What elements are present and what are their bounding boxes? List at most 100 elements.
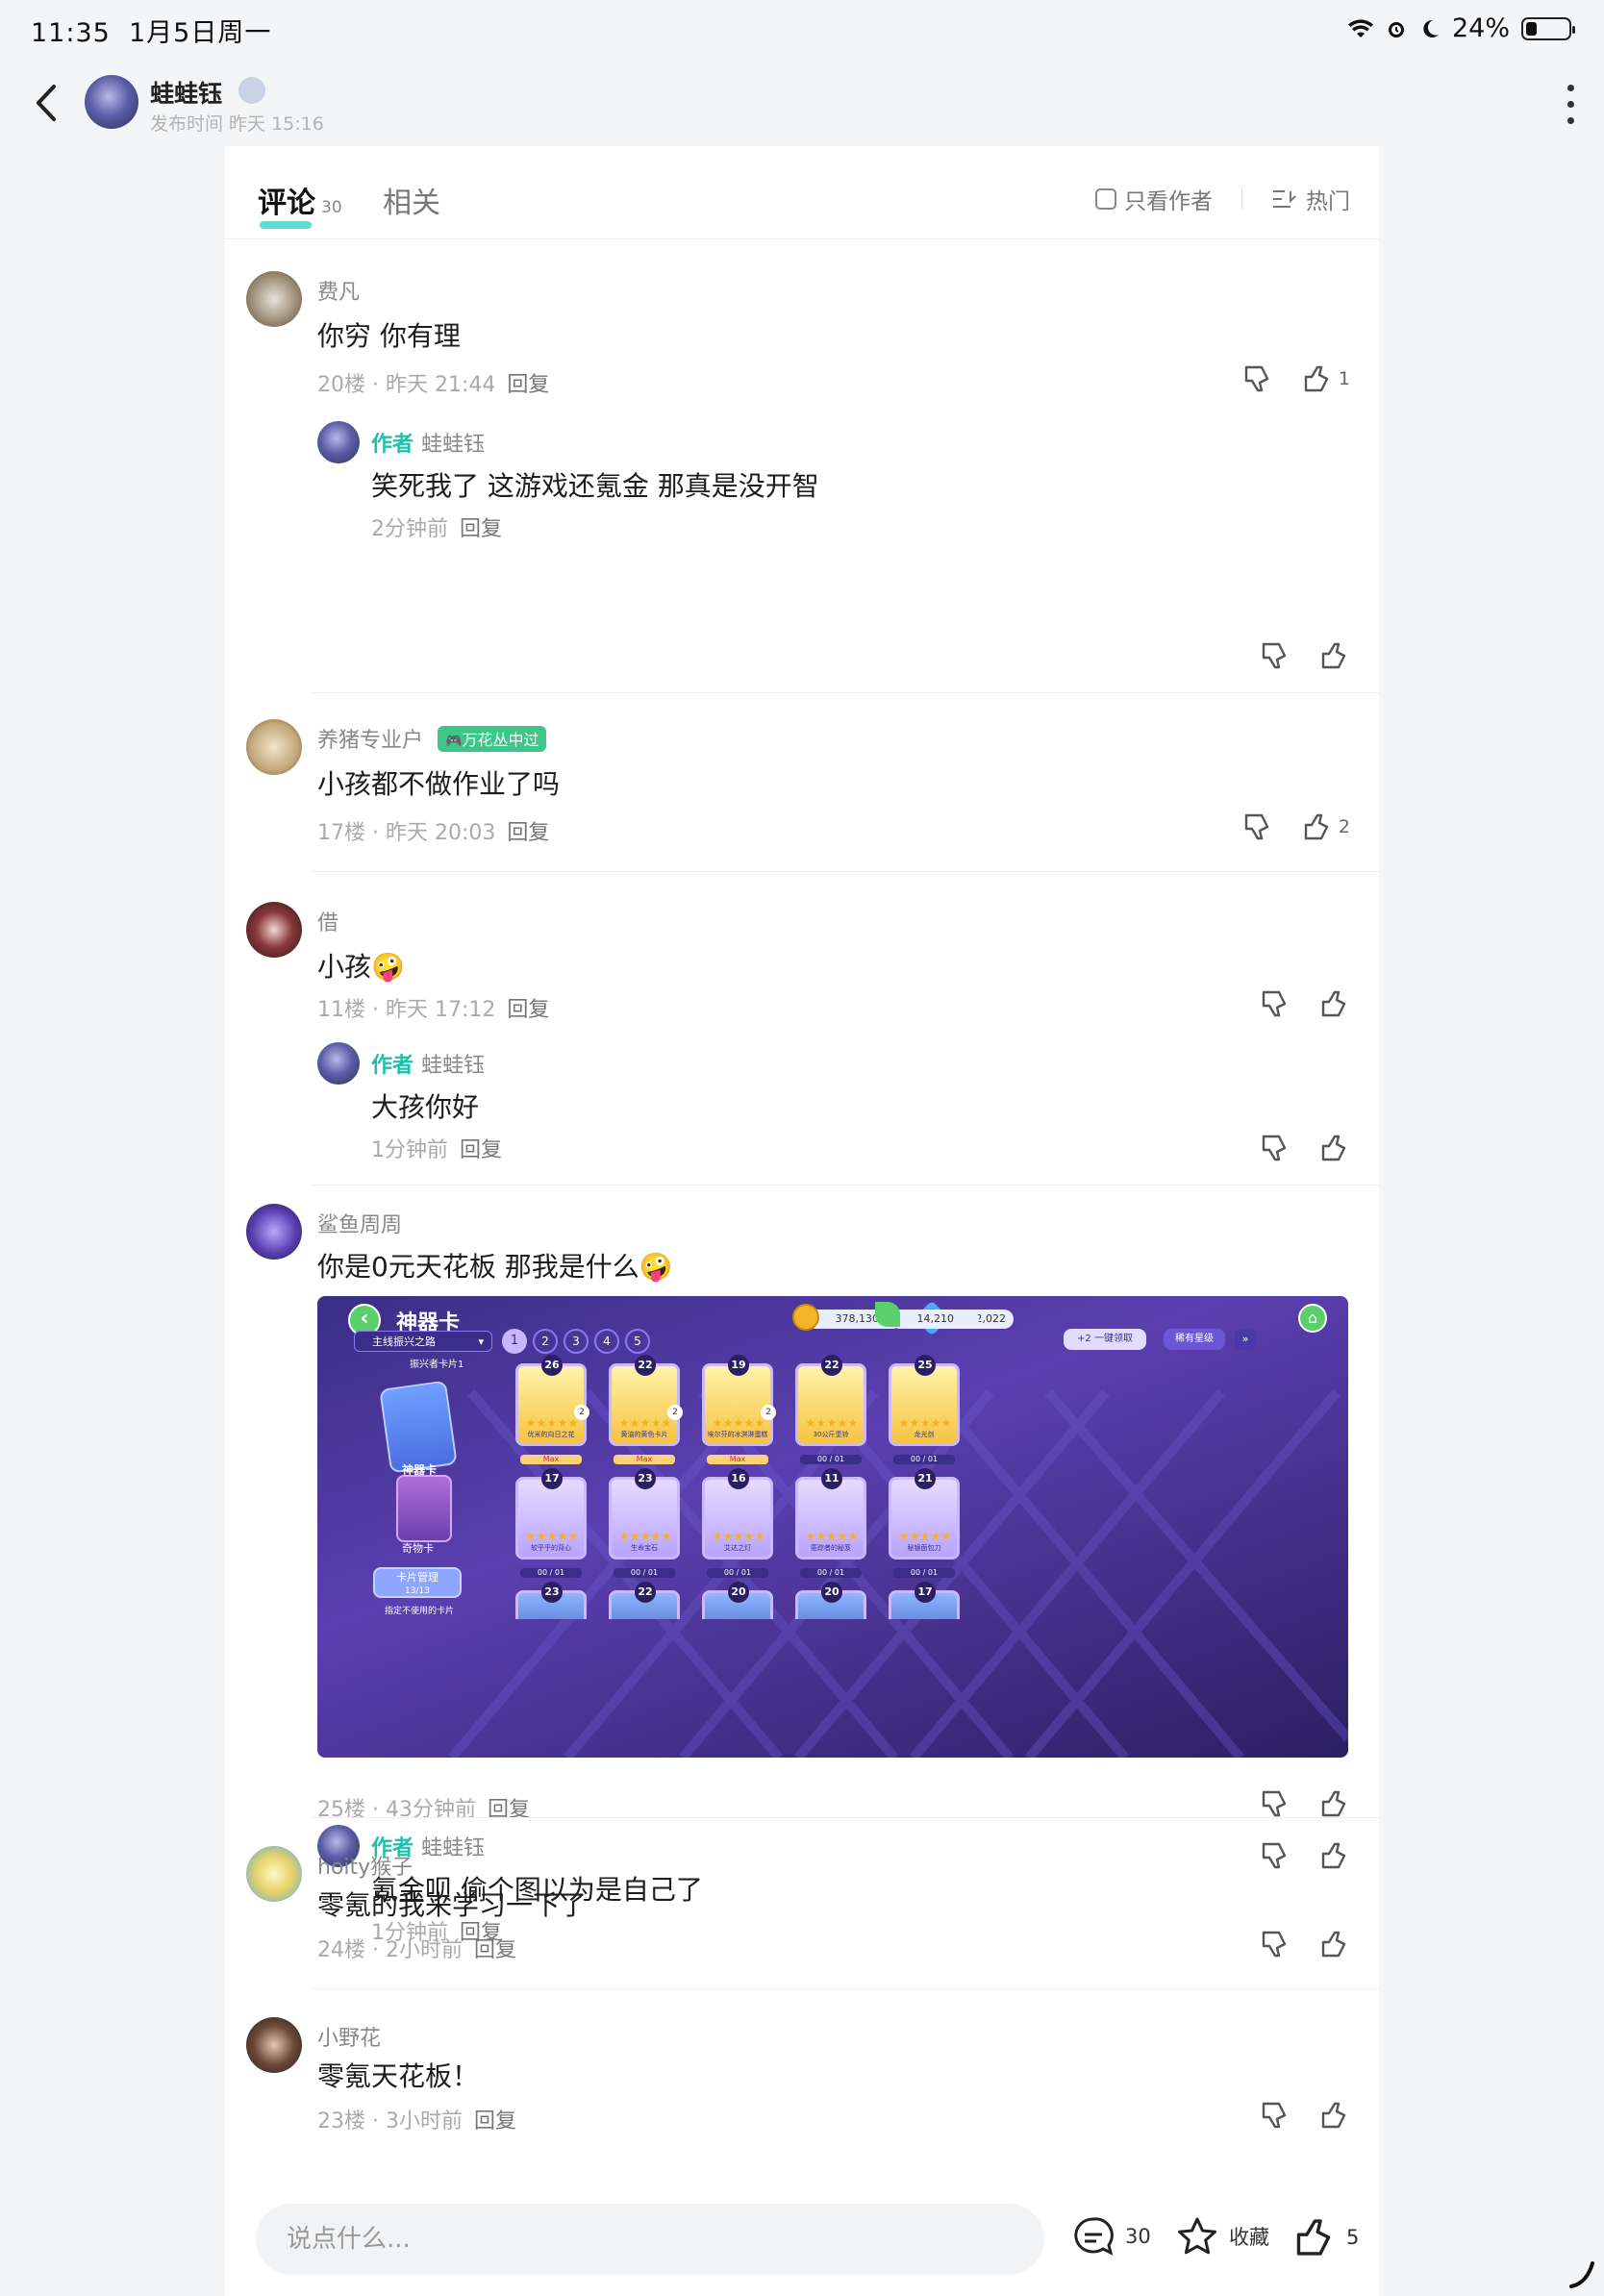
sort-icon[interactable] [1271,188,1298,210]
collect-action[interactable]: 收藏 [1175,2215,1269,2258]
comments-action[interactable]: 30 [1071,2215,1151,2258]
page-button[interactable]: 5 [625,1329,650,1354]
emoji-sticker: 🤪 [371,951,405,983]
artifact-card-tab[interactable] [379,1380,458,1474]
like-action[interactable]: 5 [1291,2215,1359,2259]
commenter-avatar[interactable] [246,1846,302,1902]
commenter-name[interactable]: 鲨鱼周周 [317,1208,402,1238]
only-author-label[interactable]: 只看作者 [1124,183,1213,215]
card-name: 埃尔芬的冰淇淋蛋糕 [707,1431,768,1438]
route-select[interactable]: 主线振兴之路 ▾ [354,1331,492,1352]
artifact-card[interactable]: 20 [795,1582,866,1619]
page-button[interactable]: 1 [502,1329,527,1354]
like-icon[interactable] [1317,640,1350,671]
claim-button[interactable]: +2 一键领取 [1064,1329,1146,1350]
home-icon[interactable]: ⌂ [1298,1304,1327,1333]
commenter-name[interactable]: 费凡 [317,275,360,306]
like-icon[interactable] [1317,1133,1350,1163]
page-button[interactable]: 3 [564,1329,589,1354]
artifact-card[interactable]: 20 [702,1582,773,1619]
only-author-checkbox[interactable] [1095,188,1116,210]
comment-item: 借 小孩🤪 11楼 · 昨天 17:12 回复 作者 蛙蛙钰 大孩你好 1分钟前 回复 [225,902,1379,1190]
dislike-icon[interactable] [1258,1133,1291,1163]
card-stars [899,1532,951,1541]
artifact-card[interactable]: 26 优米的向日之花 2 Max [515,1355,589,1464]
comment-text: 小孩🤪 [317,951,405,983]
card-name: 生命宝石 [631,1544,658,1552]
comment-item: hoity猴子 零氪的我来学习一下了 24楼 · 2小时前 回复 [225,1846,1379,1990]
commenter-avatar[interactable] [246,2017,302,2073]
artifact-card[interactable]: 23 [515,1582,587,1619]
curio-card-tab[interactable] [396,1475,452,1542]
artifact-card[interactable]: 11 匿踪者的秘笈 00 / 01 [795,1468,866,1578]
artifact-card[interactable]: 25 龙光剑 00 / 01 [889,1355,960,1464]
collapse-button[interactable]: » [1235,1329,1256,1350]
author-avatar[interactable] [85,75,138,129]
artifact-card[interactable]: 17 软乎乎的背心 00 / 01 [515,1468,587,1578]
card-name: 龙光剑 [914,1431,935,1438]
commenter-name[interactable]: 借 [317,906,338,936]
comment-image[interactable]: ‹ 神器卡 2,022 378,130 14,210 ⌂ 主线振兴之路 ▾ 1 … [317,1296,1348,1758]
artifact-card[interactable]: 21 秘银面包刀 00 / 01 [889,1468,960,1578]
reply-button[interactable]: 回复 [460,517,502,541]
like-icon[interactable] [1317,2100,1350,2131]
commenter-avatar[interactable] [246,719,302,775]
commenter-name[interactable]: hoity猴子 [317,1850,413,1881]
card-manage-button[interactable]: 卡片管理 13/13 [373,1567,462,1598]
like-icon[interactable] [1300,363,1333,394]
publish-time: 发布时间 昨天 15:16 [150,113,324,135]
author-name[interactable]: 蛙蛙钰 [150,75,222,110]
commenter-avatar[interactable] [246,902,302,958]
status-bar: 11:35 1月5日周一 24% [0,0,1604,62]
verified-badge-icon [238,77,265,104]
rarity-button[interactable]: 稀有星级 [1164,1329,1225,1350]
commenter-avatar[interactable] [246,1204,302,1260]
reply-button[interactable]: 回复 [474,2109,516,2134]
sort-label[interactable]: 热门 [1306,183,1350,215]
artifact-card[interactable]: 19 埃尔芬的冰淇淋蛋糕 2 Max [702,1355,776,1464]
like-icon[interactable] [1291,2215,1337,2259]
page-button[interactable]: 2 [533,1329,558,1354]
tab-related[interactable]: 相关 [383,179,440,221]
reply-name: 作者 蛙蛙钰 [371,433,486,457]
dislike-icon[interactable] [1241,363,1273,394]
reply-button[interactable]: 回复 [460,1138,502,1162]
reply-button[interactable]: 回复 [507,998,549,1022]
star-icon[interactable] [1175,2215,1219,2258]
dislike-icon[interactable] [1258,640,1291,671]
tab-comments[interactable]: 评论 30 [258,179,342,229]
card-level-badge: 22 [821,1355,842,1376]
artifact-card[interactable]: 22 黄油的黄色卡片 2 Max [609,1355,683,1464]
dislike-icon[interactable] [1241,811,1273,842]
artifact-card[interactable]: 16 艾达之灯 00 / 01 [702,1468,773,1578]
dislike-icon[interactable] [1258,988,1291,1019]
like-icon[interactable] [1317,988,1350,1019]
dislike-icon[interactable] [1258,2100,1291,2131]
reply-button[interactable]: 回复 [507,373,549,397]
dislike-icon[interactable] [1258,1929,1291,1959]
like-icon[interactable] [1317,1929,1350,1959]
more-icon[interactable] [1566,85,1575,127]
back-icon[interactable] [29,79,67,127]
artifact-card[interactable]: 17 [889,1582,960,1619]
reply-button[interactable]: 回复 [488,1798,530,1822]
reply-button[interactable]: 回复 [507,821,549,845]
leaf-icon [875,1302,900,1327]
reply-avatar[interactable] [317,421,360,463]
artifact-card[interactable]: 22 30公斤壶铃 00 / 01 [795,1355,866,1464]
page-button[interactable]: 4 [594,1329,619,1354]
dislike-icon[interactable] [1258,1788,1291,1819]
reply-button[interactable]: 回复 [474,1938,516,1962]
reply-avatar[interactable] [317,1042,360,1085]
commenter-avatar[interactable] [246,271,302,327]
commenter-name[interactable]: 养猪专业户 🎮万花丛中过 [317,723,547,754]
like-icon[interactable] [1317,1788,1350,1819]
artifact-card[interactable]: 22 [609,1582,680,1619]
comment-input[interactable]: 说点什么... [256,2204,1044,2275]
commenter-name[interactable]: 小野花 [317,2021,381,2052]
like-icon[interactable] [1300,811,1333,842]
comment-total: 30 [1125,2225,1151,2248]
artifact-card[interactable]: 23 生命宝石 00 / 01 [609,1468,680,1578]
comment-icon[interactable] [1071,2215,1115,2258]
comment-count: 30 [321,198,342,217]
